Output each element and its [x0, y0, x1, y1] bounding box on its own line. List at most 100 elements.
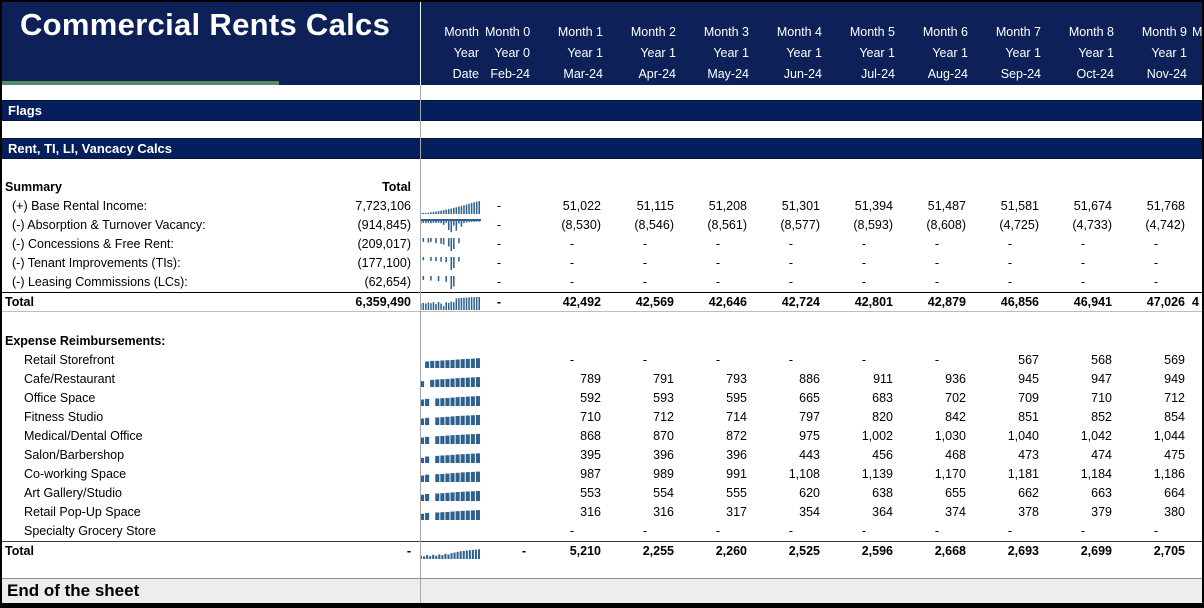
spark-cell[interactable]	[418, 449, 485, 463]
total-cell[interactable]: (177,100)	[308, 254, 418, 273]
month-cell[interactable]: 1,030	[900, 427, 973, 446]
month-cell[interactable]: 567	[973, 351, 1046, 370]
row-label-cell[interactable]: Art Gallery/Studio	[2, 484, 308, 503]
block-heading-cell[interactable]: Expense Reimbursements:	[2, 332, 308, 351]
month-cell[interactable]: 42,492	[535, 293, 608, 312]
month-cell[interactable]: 2,255	[608, 542, 681, 561]
month-header-cell[interactable]: Month 1	[535, 23, 608, 42]
month-cell[interactable]: 1,139	[827, 465, 900, 484]
month-cell[interactable]: 379	[1046, 503, 1119, 522]
month-cell[interactable]: 663	[1046, 484, 1119, 503]
total-cell[interactable]: (62,654)	[308, 273, 418, 292]
month-header-cell[interactable]: Year 1	[900, 44, 973, 63]
spark-cell[interactable]	[418, 487, 485, 501]
month-cell[interactable]: 396	[608, 446, 681, 465]
month-header-cell[interactable]: Month 9	[1119, 23, 1192, 42]
month-cell[interactable]: -	[973, 522, 1046, 541]
spark-cell[interactable]	[418, 276, 485, 290]
month-cell[interactable]: (8,577)	[754, 216, 827, 235]
month-cell[interactable]: 975	[754, 427, 827, 446]
month-cell[interactable]: -	[681, 254, 754, 273]
month-cell[interactable]: (8,561)	[681, 216, 754, 235]
month-cell[interactable]: 987	[535, 465, 608, 484]
month-cell[interactable]: 664	[1119, 484, 1192, 503]
month-cell[interactable]: -	[1119, 522, 1192, 541]
month-header-cell[interactable]: Year 0	[485, 44, 535, 63]
month-header-cell[interactable]: Year 1	[1119, 44, 1192, 63]
month-cell[interactable]: -	[485, 254, 535, 273]
month-cell[interactable]: 51,674	[1046, 197, 1119, 216]
month-cell[interactable]: -	[1046, 273, 1119, 292]
month-cell[interactable]: (4,733)	[1046, 216, 1119, 235]
month-header-cell[interactable]: Oct-24	[1046, 65, 1119, 84]
month-cell[interactable]: 568	[1046, 351, 1119, 370]
month-cell[interactable]: 378	[973, 503, 1046, 522]
month-cell[interactable]: 5,210	[535, 542, 608, 561]
month-cell[interactable]: 554	[608, 484, 681, 503]
month-cell[interactable]: 2,668	[900, 542, 973, 561]
month-cell[interactable]: 42,879	[900, 293, 973, 312]
header-axis-label-cell[interactable]: Month	[2, 23, 485, 42]
month-cell[interactable]: 42,724	[754, 293, 827, 312]
month-cell[interactable]: -	[754, 235, 827, 254]
month-header-cell[interactable]: Month 5	[827, 23, 900, 42]
month-header-cell[interactable]: Feb-24	[485, 65, 535, 84]
month-cell[interactable]: 2,693	[973, 542, 1046, 561]
month-cell[interactable]: -	[1119, 235, 1192, 254]
month-cell[interactable]: 2,596	[827, 542, 900, 561]
month-cell[interactable]: -	[681, 235, 754, 254]
month-cell[interactable]: (8,530)	[535, 216, 608, 235]
month-cell[interactable]: 380	[1119, 503, 1192, 522]
month-cell[interactable]: 51,768	[1119, 197, 1192, 216]
spark-cell[interactable]	[418, 238, 485, 252]
month-cell[interactable]: -	[485, 235, 535, 254]
total-cell[interactable]: -	[308, 542, 418, 561]
month-cell[interactable]: -	[900, 522, 973, 541]
month-cell[interactable]: 1,042	[1046, 427, 1119, 446]
month-cell[interactable]: 870	[608, 427, 681, 446]
month-cell[interactable]: 852	[1046, 408, 1119, 427]
row-label-cell[interactable]: (-) Concessions & Free Rent:	[2, 235, 308, 254]
month-cell[interactable]: -	[608, 235, 681, 254]
month-cell[interactable]: 456	[827, 446, 900, 465]
month-header-cell[interactable]: Year 1	[608, 44, 681, 63]
month-cell[interactable]: 991	[681, 465, 754, 484]
month-cell[interactable]: 475	[1119, 446, 1192, 465]
month-header-cell[interactable]: Year 1	[1046, 44, 1119, 63]
month-header-cell[interactable]: Year 1	[681, 44, 754, 63]
month-cell[interactable]: 51,022	[535, 197, 608, 216]
total-cell[interactable]: (914,845)	[308, 216, 418, 235]
month-cell[interactable]: 1,108	[754, 465, 827, 484]
month-cell[interactable]: -	[608, 273, 681, 292]
month-cell[interactable]: -	[608, 522, 681, 541]
row-label-cell[interactable]: Medical/Dental Office	[2, 427, 308, 446]
month-cell[interactable]: 989	[608, 465, 681, 484]
month-cell[interactable]: 710	[535, 408, 608, 427]
spark-cell[interactable]	[418, 257, 485, 271]
month-cell[interactable]: 51,301	[754, 197, 827, 216]
month-header-cell[interactable]: May-24	[681, 65, 754, 84]
month-cell[interactable]: -	[535, 273, 608, 292]
month-cell[interactable]: -	[535, 235, 608, 254]
row-label-cell[interactable]: Fitness Studio	[2, 408, 308, 427]
month-cell[interactable]: 51,581	[973, 197, 1046, 216]
total-cell[interactable]: (209,017)	[308, 235, 418, 254]
month-cell[interactable]: 592	[535, 389, 608, 408]
month-cell[interactable]: 683	[827, 389, 900, 408]
block-heading-cell[interactable]: Summary	[2, 178, 308, 197]
month-cell[interactable]: -	[681, 273, 754, 292]
block-total-heading-cell[interactable]: Total	[308, 178, 418, 197]
month-cell[interactable]: 714	[681, 408, 754, 427]
month-cell[interactable]: 555	[681, 484, 754, 503]
month-cell[interactable]: -	[754, 254, 827, 273]
month-cell[interactable]: -	[827, 522, 900, 541]
month-cell[interactable]: -	[608, 351, 681, 370]
month-header-cell[interactable]: Month 4	[754, 23, 827, 42]
spark-cell[interactable]	[418, 296, 485, 310]
month-cell[interactable]: 868	[535, 427, 608, 446]
month-cell[interactable]: 51,394	[827, 197, 900, 216]
month-cell[interactable]: 710	[1046, 389, 1119, 408]
month-cell[interactable]: 620	[754, 484, 827, 503]
month-cell[interactable]: (8,593)	[827, 216, 900, 235]
row-label-cell[interactable]: (-) Absorption & Turnover Vacancy:	[2, 216, 308, 235]
